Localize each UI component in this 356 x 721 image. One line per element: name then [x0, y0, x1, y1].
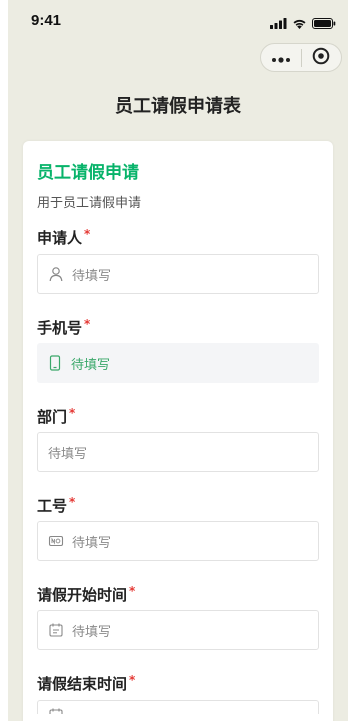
more-button[interactable] [261, 44, 301, 71]
department-label: 部门 * [37, 406, 75, 427]
employee-id-label-text: 工号 [37, 497, 68, 515]
required-mark: * [84, 227, 91, 241]
leave-start-label-text: 请假开始时间 [37, 586, 128, 604]
form-title: 员工请假申请 [37, 163, 139, 183]
person-icon [48, 266, 64, 282]
applicant-label: 申请人 * [37, 227, 90, 248]
leave-end-label: 请假结束时间 * [37, 673, 135, 694]
applicant-input[interactable]: 待填写 [37, 254, 319, 294]
wifi-icon [292, 14, 307, 33]
department-placeholder: 待填写 [48, 446, 88, 462]
more-dots-icon [271, 48, 291, 67]
required-mark: * [69, 406, 76, 420]
phone-placeholder: 待填写 [71, 357, 111, 373]
department-label-text: 部门 [37, 408, 68, 426]
department-input[interactable]: 待填写 [37, 432, 319, 472]
signal-icon [270, 14, 287, 33]
form-description: 用于员工请假申请 [37, 196, 142, 211]
required-mark: * [69, 495, 76, 509]
battery-icon [312, 14, 336, 33]
calendar-icon [48, 707, 64, 714]
status-bar: 9:41 [8, 0, 348, 40]
page-title: 员工请假申请表 [115, 96, 241, 117]
applicant-label-text: 申请人 [37, 229, 83, 247]
leave-end-input[interactable] [37, 700, 319, 714]
target-close-icon [312, 47, 330, 69]
leave-end-label-text: 请假结束时间 [37, 675, 128, 693]
leave-start-label: 请假开始时间 * [37, 584, 135, 605]
form-card: 员工请假申请 用于员工请假申请 申请人 * 待填写 手机号 * 待填写 部门 *… [23, 141, 333, 721]
leave-start-input[interactable]: 待填写 [37, 610, 319, 650]
phone-label: 手机号 * [37, 317, 90, 338]
required-mark: * [129, 584, 136, 598]
calendar-icon [48, 622, 64, 638]
close-button[interactable] [302, 44, 342, 71]
phone-icon [47, 355, 63, 371]
employee-id-label: 工号 * [37, 495, 75, 516]
mini-program-capsule [260, 43, 342, 72]
phone-label-text: 手机号 [37, 319, 83, 337]
leave-start-placeholder: 待填写 [72, 624, 112, 640]
employee-id-placeholder: 待填写 [72, 535, 112, 551]
status-icons [270, 14, 336, 33]
applicant-placeholder: 待填写 [72, 268, 112, 284]
employee-id-input[interactable]: 待填写 [37, 521, 319, 561]
required-mark: * [129, 673, 136, 687]
phone-input[interactable]: 待填写 [37, 343, 319, 383]
required-mark: * [84, 317, 91, 331]
phone-screen: 9:41 员工请假申请表 员工请假申请 用于员工请假申请 申请人 * 待填写 手… [8, 0, 348, 721]
status-time: 9:41 [31, 12, 62, 29]
id-card-icon [48, 533, 64, 549]
